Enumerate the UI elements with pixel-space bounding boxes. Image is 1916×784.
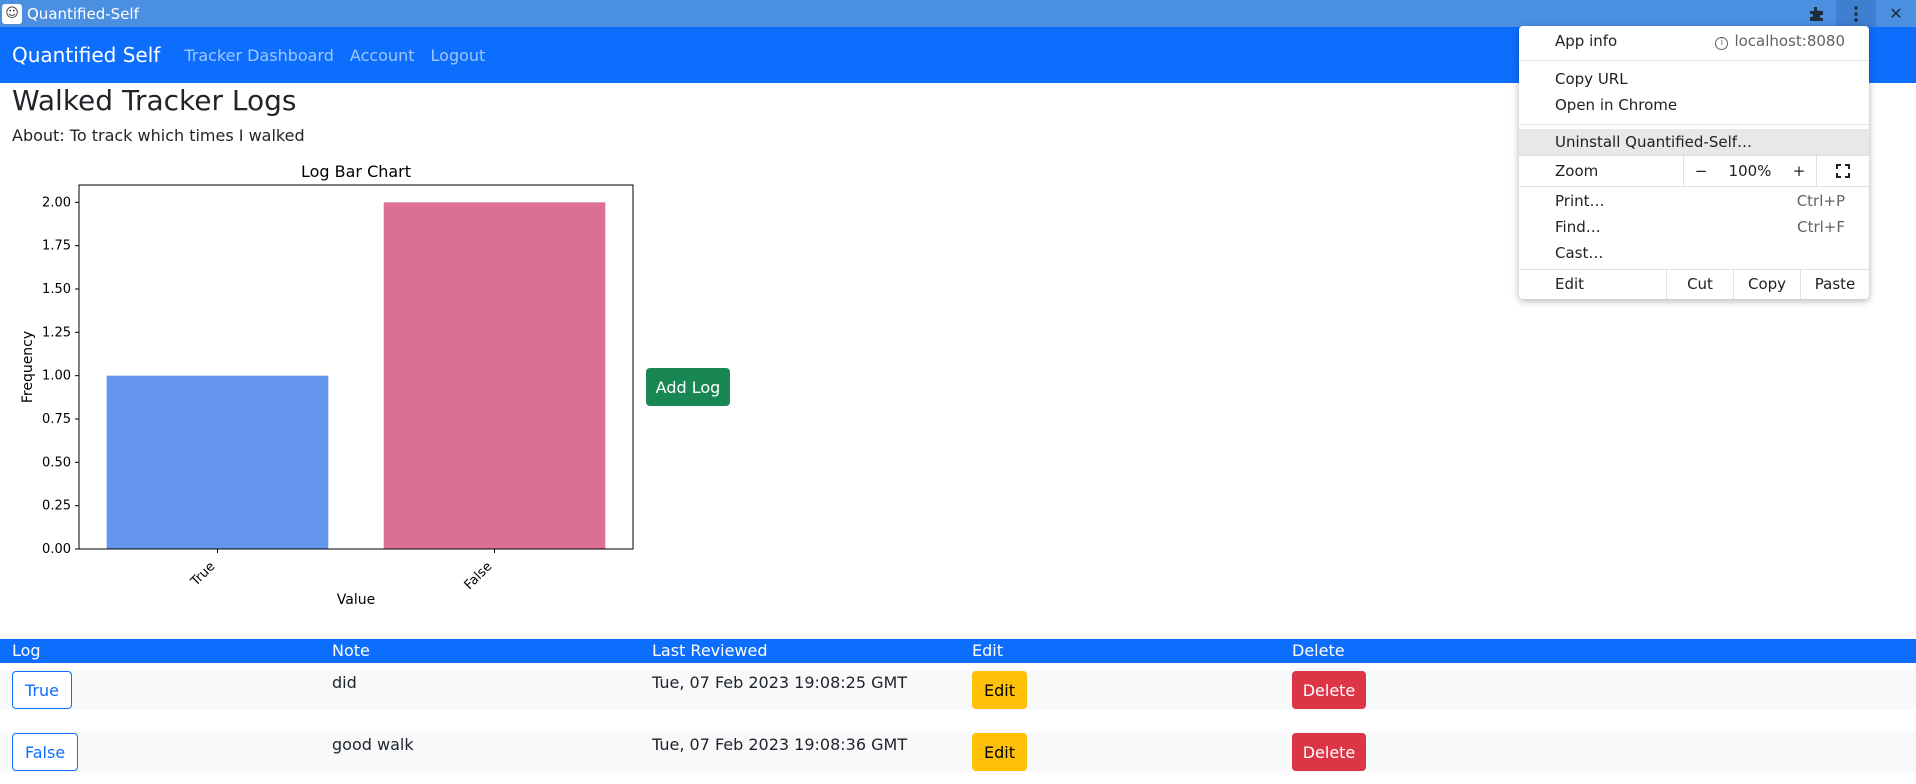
y-tick-label: 1.25 — [42, 325, 71, 340]
menu-item-open-in-chrome[interactable]: Open in Chrome — [1519, 92, 1869, 118]
menu-item-edit: Edit Cut Copy Paste — [1519, 269, 1869, 299]
log-last-reviewed: Tue, 07 Feb 2023 19:08:25 GMT — [652, 673, 908, 692]
copy-button[interactable]: Copy — [1734, 269, 1800, 299]
window-title: Quantified-Self — [27, 4, 139, 23]
log-note: did — [332, 673, 357, 692]
nav-link-logout[interactable]: Logout — [431, 46, 486, 65]
menu-item-copy-url[interactable]: Copy URL — [1519, 66, 1869, 92]
y-tick-label: 1.00 — [42, 369, 71, 384]
menu-divider — [1519, 60, 1869, 61]
print-label: Print… — [1555, 192, 1605, 210]
y-tick-label: 1.50 — [42, 282, 71, 297]
zoom-out-button[interactable]: − — [1684, 156, 1718, 186]
y-tick-label: 0.25 — [42, 499, 71, 514]
nav-link-account[interactable]: Account — [350, 46, 415, 65]
open-in-chrome-label: Open in Chrome — [1555, 96, 1678, 114]
find-shortcut: Ctrl+F — [1797, 218, 1845, 236]
chart-svg: Log Bar Chart True False 0.00 0.25 0.50 0.75 1.… — [20, 162, 634, 608]
log-value-button[interactable]: False — [12, 733, 79, 771]
page-title: Walked Tracker Logs — [12, 84, 297, 117]
menu-item-print[interactable]: Print… Ctrl+P — [1519, 188, 1869, 214]
delete-button[interactable]: Delete — [1292, 671, 1366, 709]
app-origin: localhost:8080 — [1734, 32, 1845, 50]
add-log-button[interactable]: Add Log — [646, 368, 730, 406]
log-bar-chart: Log Bar Chart True False 0.00 0.25 0.50 0.75 1.… — [0, 156, 640, 616]
menu-item-cast[interactable]: Cast… — [1519, 240, 1869, 266]
x-axis-label: Value — [337, 592, 375, 608]
cut-button[interactable]: Cut — [1667, 269, 1733, 299]
header-log: Log — [12, 641, 41, 660]
zoom-in-button[interactable]: + — [1782, 156, 1816, 186]
y-tick-label: 2.00 — [42, 195, 71, 210]
menu-item-app-info[interactable]: App info i localhost:8080 — [1519, 28, 1869, 54]
print-shortcut: Ctrl+P — [1796, 192, 1845, 210]
header-note: Note — [332, 641, 370, 660]
y-axis-label: Frequency — [20, 331, 36, 403]
log-last-reviewed: Tue, 07 Feb 2023 19:08:36 GMT — [652, 735, 908, 754]
find-label: Find… — [1555, 218, 1601, 236]
uninstall-label: Uninstall Quantified-Self… — [1555, 133, 1753, 151]
header-last-reviewed: Last Reviewed — [652, 641, 768, 660]
tracker-about: About: To track which times I walked — [12, 126, 305, 145]
info-icon: i — [1715, 37, 1729, 50]
zoom-label: Zoom — [1555, 162, 1599, 180]
copy-url-label: Copy URL — [1555, 70, 1628, 88]
app-menu: App info i localhost:8080 Copy URL Open i… — [1519, 26, 1869, 299]
cast-label: Cast… — [1555, 244, 1604, 262]
chart-title: Log Bar Chart — [301, 162, 411, 181]
edit-button[interactable]: Edit — [972, 671, 1027, 709]
table-header: Log Note Last Reviewed Edit Delete — [0, 639, 1916, 663]
y-tick-label: 0.00 — [42, 542, 71, 557]
app-icon: ☺ — [2, 3, 22, 24]
menu-item-zoom: Zoom − 100% + — [1519, 156, 1869, 186]
header-delete: Delete — [1292, 641, 1345, 660]
table-row: True did Tue, 07 Feb 2023 19:08:25 GMT E… — [0, 670, 1916, 710]
close-icon[interactable]: ✕ — [1876, 0, 1916, 27]
chart-bar — [106, 375, 329, 549]
app-info-label: App info — [1555, 32, 1618, 50]
menu-item-find[interactable]: Find… Ctrl+F — [1519, 214, 1869, 240]
log-value-button[interactable]: True — [12, 671, 72, 709]
table-row: False good walk Tue, 07 Feb 2023 19:08:3… — [0, 732, 1916, 772]
more-menu-icon[interactable] — [1836, 0, 1876, 27]
menu-divider — [1519, 186, 1869, 187]
y-tick-label: 0.75 — [42, 412, 71, 427]
window-titlebar: ☺ Quantified-Self ✕ — [0, 0, 1916, 27]
menu-item-uninstall[interactable]: Uninstall Quantified-Self… — [1519, 129, 1869, 155]
chart-bar — [383, 202, 606, 550]
delete-button[interactable]: Delete — [1292, 733, 1366, 771]
edit-button[interactable]: Edit — [972, 733, 1027, 771]
menu-divider — [1519, 124, 1869, 125]
fullscreen-icon[interactable] — [1817, 156, 1869, 186]
zoom-level: 100% — [1728, 162, 1772, 180]
nav-link-tracker-dashboard[interactable]: Tracker Dashboard — [184, 46, 334, 65]
paste-button[interactable]: Paste — [1801, 269, 1869, 299]
log-note: good walk — [332, 735, 414, 754]
extensions-icon[interactable] — [1796, 0, 1836, 27]
header-edit: Edit — [972, 641, 1003, 660]
x-tick-label: False — [462, 559, 496, 593]
y-tick-label: 1.75 — [42, 239, 71, 254]
edit-menu-label: Edit — [1555, 275, 1585, 293]
y-tick-label: 0.50 — [42, 455, 71, 470]
x-tick-label: True — [187, 559, 218, 590]
navbar-brand[interactable]: Quantified Self — [12, 43, 160, 67]
